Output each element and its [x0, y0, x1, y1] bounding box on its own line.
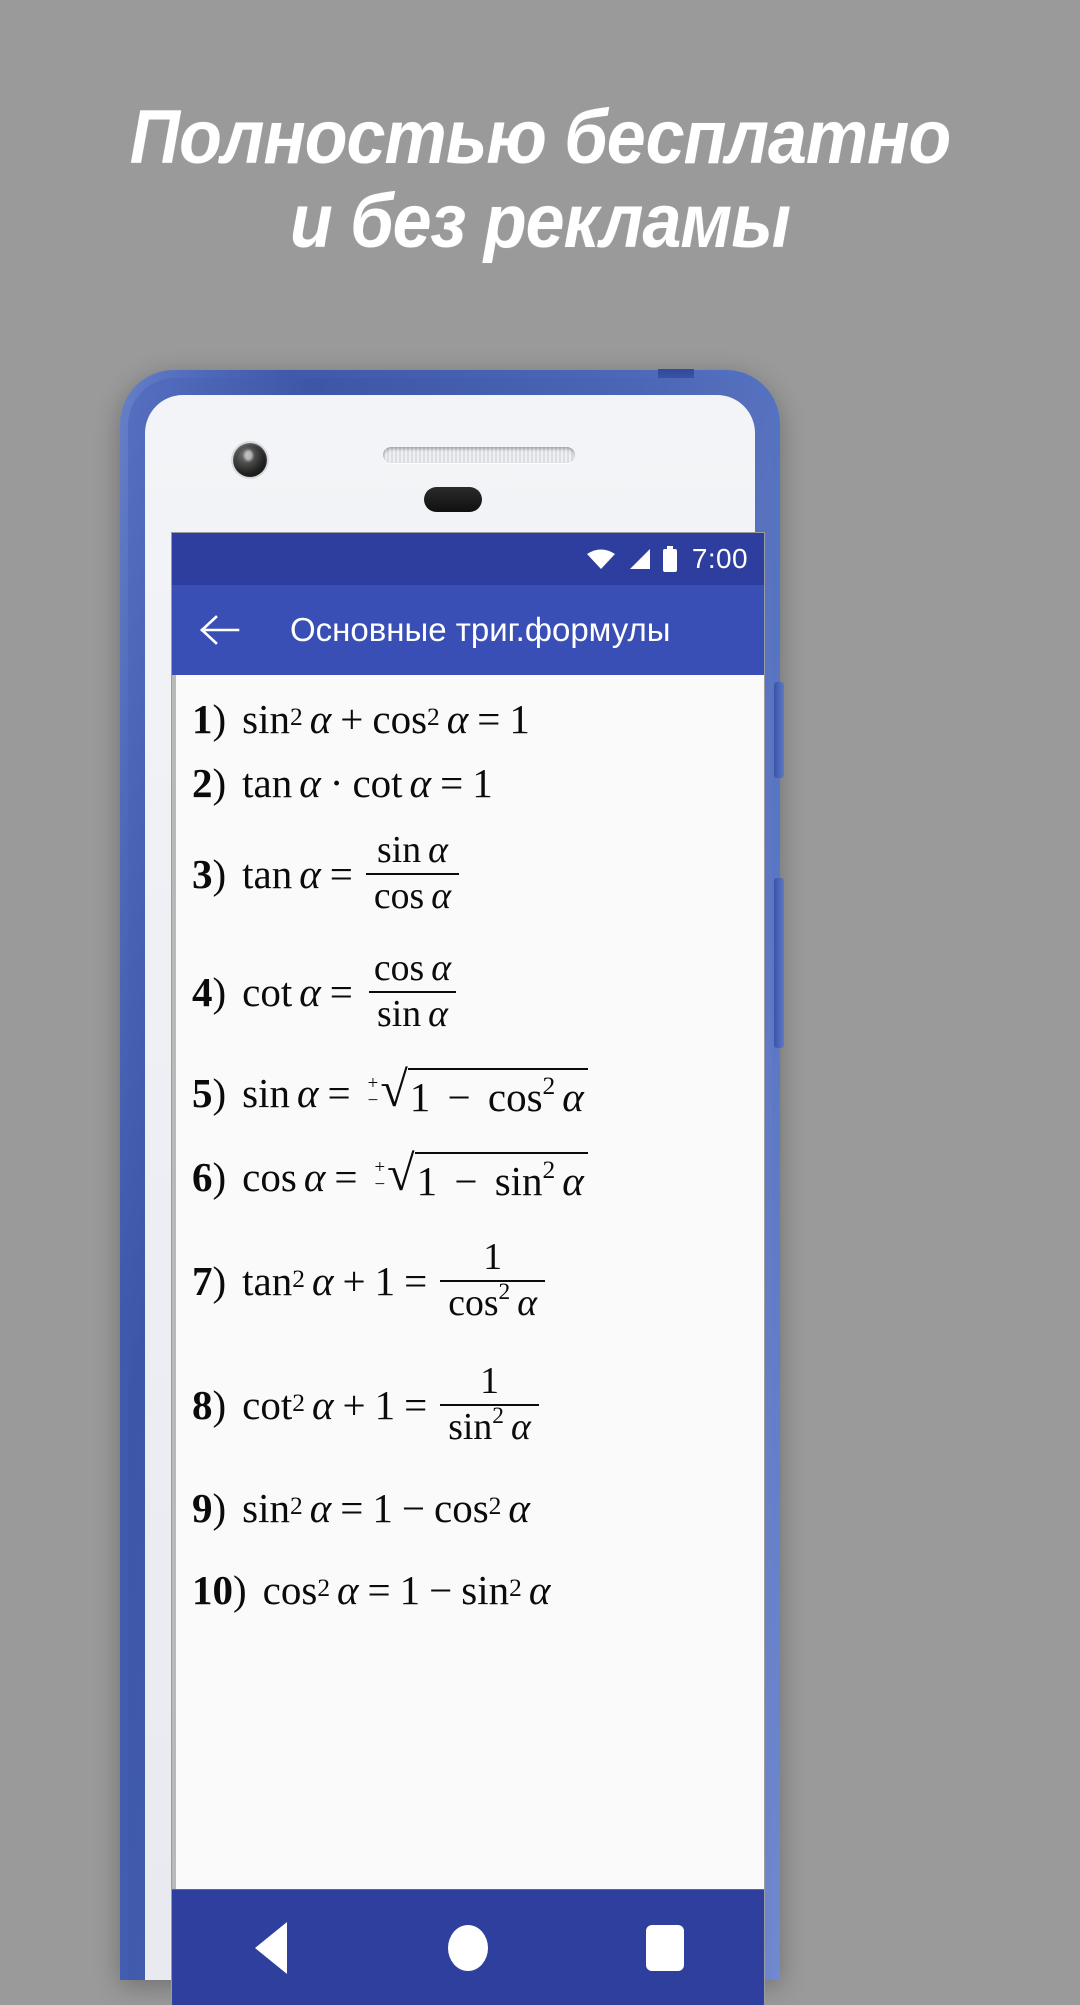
power-button[interactable] — [774, 682, 784, 778]
list-item: 10) cos 2 α = 1 − sin 2 α — [176, 1549, 764, 1631]
fraction: 1 cos2 α — [440, 1237, 546, 1324]
formula-expression: tan 2 α + 1 = 1 cos2 α — [242, 1237, 549, 1324]
list-item: 7) tan 2 α + 1 = 1 cos2 α — [176, 1219, 764, 1343]
back-nav-button[interactable] — [211, 1912, 331, 1984]
fraction: cos α sin α — [366, 948, 459, 1035]
formula-number: 9) — [192, 1485, 227, 1531]
list-item: 2) tan α · cot α = 1 — [176, 751, 764, 815]
formula-expression: cos α = + − √ 1 − sin2 α — [242, 1147, 588, 1205]
formula-number: 8) — [192, 1382, 227, 1428]
formula-number: 5) — [192, 1070, 227, 1116]
formula-expression: tan α = sin α cos α — [242, 830, 463, 917]
status-icons — [586, 546, 678, 572]
phone-bezel: 7:00 Основные триг.формулы 1) sin 2 α + … — [128, 378, 772, 2005]
formula-expression: cos 2 α = 1 − sin 2 α — [262, 1567, 551, 1613]
list-item: 3) tan α = sin α cos α — [176, 815, 764, 933]
formula-number: 3) — [192, 851, 227, 897]
list-item: 6) cos α = + − √ 1 − sin2 α — [176, 1135, 764, 1219]
formula-expression: sin 2 α = 1 − cos 2 α — [242, 1485, 530, 1531]
headline-line-2: и без рекламы — [289, 179, 791, 264]
status-bar: 7:00 — [172, 533, 764, 585]
phone-face: 7:00 Основные триг.формулы 1) sin 2 α + … — [145, 395, 764, 2005]
page-title: Основные триг.формулы — [290, 611, 671, 648]
fraction: 1 sin2 α — [440, 1361, 539, 1448]
battery-icon — [662, 546, 678, 572]
square-recents-icon — [646, 1925, 685, 1971]
formula-number: 6) — [192, 1154, 227, 1200]
fraction: sin α cos α — [365, 830, 459, 917]
front-camera-icon — [233, 443, 267, 477]
formula-number: 2) — [192, 760, 227, 806]
headline-line-1: Полностью бесплатно — [129, 95, 951, 180]
back-arrow-icon[interactable] — [198, 608, 242, 652]
square-root: √ 1 − sin2 α — [387, 1147, 588, 1205]
list-item: 5) sin α = + − √ 1 − cos2 α — [176, 1051, 764, 1135]
formula-number: 1) — [192, 696, 227, 742]
formula-number: 10) — [192, 1567, 247, 1613]
plus-minus-sign: + − — [374, 1156, 386, 1195]
list-item: 4) cot α = cos α sin α — [176, 933, 764, 1051]
proximity-sensor-icon — [424, 487, 482, 512]
square-root: √ 1 − cos2 α — [380, 1063, 588, 1121]
home-nav-button[interactable] — [408, 1912, 528, 1984]
formula-list[interactable]: 1) sin 2 α + cos 2 α = 1 2) tan α · cot … — [172, 675, 764, 1889]
status-clock: 7:00 — [691, 543, 748, 574]
triangle-back-icon — [254, 1922, 287, 1974]
navigation-bar — [172, 1889, 764, 2005]
earpiece-speaker-icon — [383, 447, 575, 463]
signal-icon — [627, 548, 651, 570]
plus-minus-sign: + − — [367, 1072, 379, 1111]
circle-home-icon — [447, 1925, 488, 1971]
formula-expression: cot 2 α + 1 = 1 sin2 α — [242, 1361, 543, 1448]
promo-headline: Полностью бесплатно и без рекламы — [43, 96, 1037, 264]
list-item: 1) sin 2 α + cos 2 α = 1 — [176, 687, 764, 751]
formula-expression: cot α = cos α sin α — [242, 948, 463, 1035]
app-bar: Основные триг.формулы — [172, 585, 764, 675]
phone-mockup: 7:00 Основные триг.формулы 1) sin 2 α + … — [120, 369, 784, 2005]
formula-expression: sin 2 α + cos 2 α = 1 — [242, 696, 530, 742]
formula-expression: sin α = + − √ 1 − cos2 α — [242, 1063, 588, 1121]
list-item: 9) sin 2 α = 1 − cos 2 α — [176, 1467, 764, 1549]
volume-button[interactable] — [774, 878, 784, 1048]
wifi-icon — [586, 548, 616, 570]
formula-expression: tan α · cot α = 1 — [242, 760, 493, 806]
formula-number: 7) — [192, 1258, 227, 1304]
phone-screen: 7:00 Основные триг.формулы 1) sin 2 α + … — [172, 533, 764, 2005]
formula-number: 4) — [192, 969, 227, 1015]
recents-nav-button[interactable] — [605, 1912, 725, 1984]
list-item: 8) cot 2 α + 1 = 1 sin2 α — [176, 1343, 764, 1467]
